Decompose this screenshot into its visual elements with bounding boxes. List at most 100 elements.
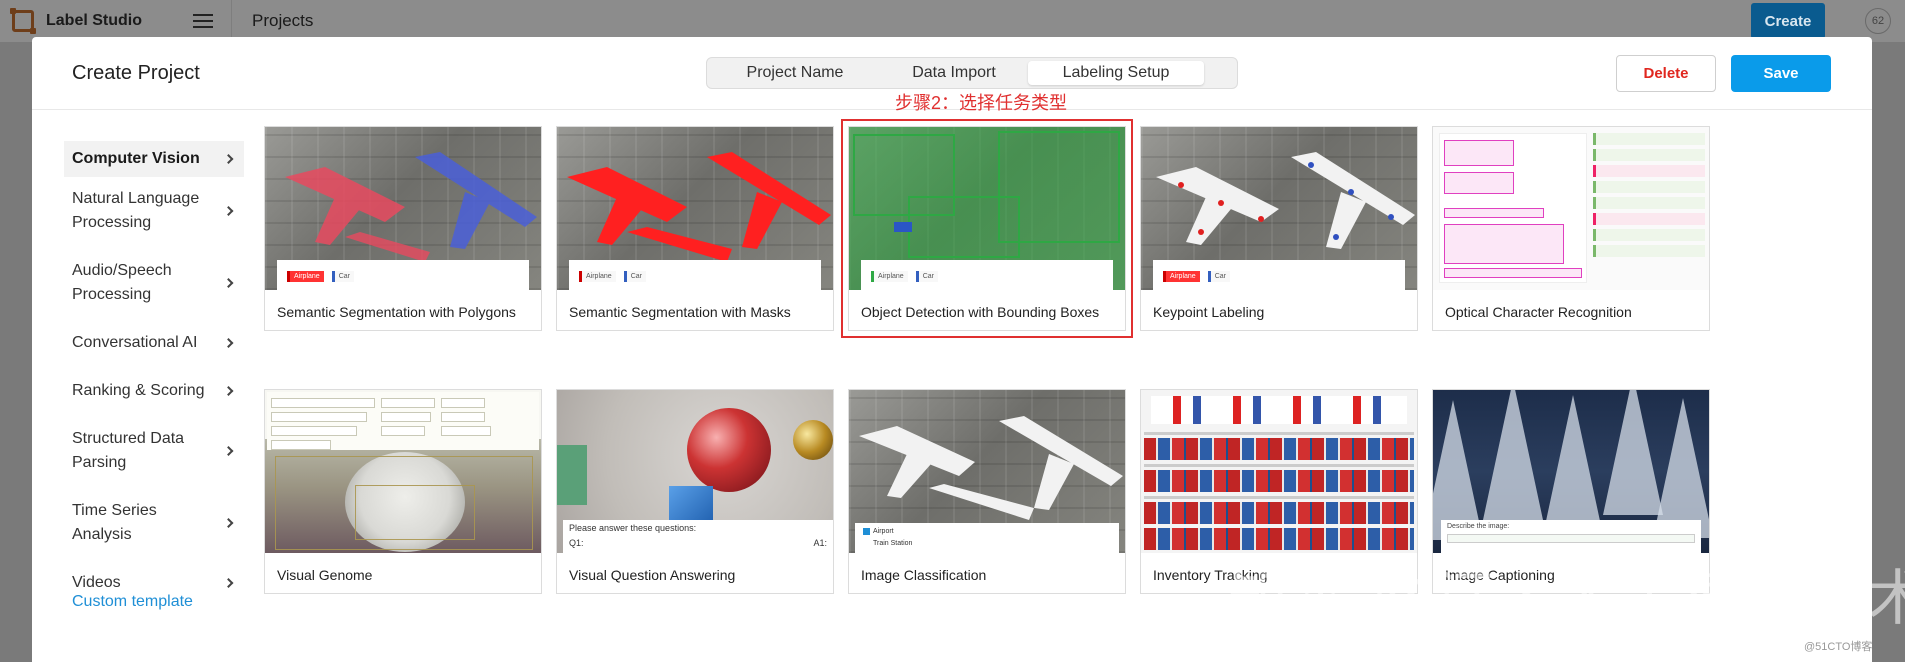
corner-watermark: @51CTO博客 — [1804, 641, 1873, 653]
chevron-right-icon — [223, 578, 234, 588]
template-thumbnail: Airplane Car — [557, 127, 833, 290]
template-thumbnail: Describe the image: — [1433, 390, 1709, 553]
chevron-right-icon — [223, 446, 234, 456]
choices-panel: Airport Train Station — [855, 523, 1119, 553]
template-card-ocr[interactable]: Optical Character Recognition — [1432, 126, 1710, 331]
vqa-prompt: Please answer these questions: — [569, 523, 697, 533]
label-legend: Airplane Car — [1153, 260, 1405, 290]
sidebar-item-conversational-ai[interactable]: Conversational AI — [64, 325, 244, 361]
modal-title: Create Project — [72, 62, 200, 84]
top-bar: Label Studio Projects Create 62 — [0, 0, 1905, 42]
template-title: Visual Question Answering — [569, 567, 736, 583]
category-sidebar: Computer Vision Natural Language Process… — [64, 141, 244, 613]
app-name: Label Studio — [46, 12, 142, 29]
template-thumbnail — [265, 390, 541, 553]
vqa-question-panel: Please answer these questions: Q1: A1: — [563, 520, 833, 553]
label-studio-logo-icon — [10, 8, 36, 34]
vqa-q1: Q1: — [569, 538, 584, 548]
app-logo[interactable]: Label Studio — [0, 0, 232, 42]
caption-prompt: Describe the image: — [1447, 523, 1510, 530]
template-title: Semantic Segmentation with Polygons — [277, 304, 516, 320]
tab-project-name[interactable]: Project Name — [710, 61, 880, 85]
template-title: Keypoint Labeling — [1153, 304, 1265, 320]
sidebar-item-label: Videos — [72, 574, 121, 591]
sidebar-item-label: Ranking & Scoring — [72, 382, 205, 399]
template-thumbnail: Airplane Car — [1141, 127, 1417, 290]
chevron-right-icon — [223, 154, 234, 164]
checkbox-checked-icon — [863, 527, 870, 535]
legend-car: Car — [331, 270, 354, 282]
scene-object — [793, 420, 833, 460]
template-title: Object Detection with Bounding Boxes — [861, 304, 1100, 320]
ocr-regions-panel — [1593, 133, 1705, 283]
sidebar-item-computer-vision[interactable]: Computer Vision — [64, 141, 244, 177]
watermark: 知乎 @汀丶人工智能技术 — [1228, 565, 1905, 632]
template-thumbnail: Please answer these questions: Q1: A1: — [557, 390, 833, 553]
sidebar-item-audio-speech[interactable]: Audio/Speech Processing — [64, 253, 244, 313]
airplane-illustration — [853, 131, 1120, 258]
user-avatar[interactable]: 62 — [1865, 8, 1891, 34]
template-card-semantic-polygons[interactable]: Airplane Car Semantic Segmentation with … — [264, 126, 542, 331]
template-title: Optical Character Recognition — [1445, 304, 1632, 320]
breadcrumb-projects[interactable]: Projects — [232, 11, 313, 31]
template-thumbnail — [1141, 390, 1417, 553]
shelf-row — [1144, 438, 1414, 460]
sidebar-item-label: Structured Data Parsing — [72, 430, 185, 471]
sidebar-item-nlp[interactable]: Natural Language Processing — [64, 181, 244, 241]
shelf-row — [1144, 502, 1414, 524]
template-card-vqa[interactable]: Please answer these questions: Q1: A1: V… — [556, 389, 834, 594]
template-card-keypoint[interactable]: Airplane Car Keypoint Labeling — [1140, 126, 1418, 331]
chevron-right-icon — [223, 338, 234, 348]
template-card-object-detection[interactable]: Airplane Car Object Detection with Bound… — [841, 119, 1133, 338]
choice-airport: Airport — [873, 528, 894, 535]
label-legend: Airplane Car — [277, 260, 529, 290]
airplane-illustration — [859, 416, 1123, 520]
airplane-illustration — [567, 152, 831, 262]
template-title: Semantic Segmentation with Masks — [569, 304, 791, 320]
tab-data-import[interactable]: Data Import — [880, 61, 1028, 85]
scene-object — [557, 445, 587, 505]
template-thumbnail: Airport Train Station — [849, 390, 1125, 553]
delete-button[interactable]: Delete — [1616, 55, 1716, 92]
sidebar-item-structured-data[interactable]: Structured Data Parsing — [64, 421, 244, 481]
sidebar-item-label: Time Series Analysis — [72, 502, 157, 543]
sidebar-item-time-series[interactable]: Time Series Analysis — [64, 493, 244, 553]
airplane-illustration — [285, 152, 537, 262]
custom-template-link[interactable]: Custom template — [72, 593, 193, 611]
template-card-semantic-masks[interactable]: Airplane Car Semantic Segmentation with … — [556, 126, 834, 331]
legend-car: Car — [1207, 270, 1230, 282]
chevron-right-icon — [223, 206, 234, 216]
label-legend: Airplane Car — [569, 260, 821, 290]
sidebar-item-label: Conversational AI — [72, 334, 198, 351]
label-legend: Airplane Car — [861, 260, 1113, 290]
legend-airplane: Airplane — [579, 270, 616, 282]
legend-car: Car — [623, 270, 646, 282]
template-thumbnail: Airplane Car — [849, 127, 1125, 290]
receipt-illustration — [1439, 133, 1587, 283]
product-row — [1151, 396, 1407, 424]
legend-airplane: Airplane — [1163, 270, 1200, 282]
sidebar-item-ranking-scoring[interactable]: Ranking & Scoring — [64, 373, 244, 409]
scene-object — [687, 408, 771, 492]
template-card-image-classification[interactable]: Airport Train Station Image Classificati… — [848, 389, 1126, 594]
chevron-right-icon — [223, 278, 234, 288]
airplane-illustration — [1156, 152, 1415, 249]
vqa-a1: A1: — [813, 538, 827, 548]
choice-train-station: Train Station — [873, 540, 913, 547]
sidebar-item-label: Computer Vision — [72, 150, 200, 167]
template-title: Image Classification — [861, 567, 987, 583]
legend-car: Car — [915, 270, 938, 282]
shelf-row — [1144, 470, 1414, 492]
sidebar-item-label: Natural Language Processing — [72, 190, 200, 231]
template-card-visual-genome[interactable]: Visual Genome — [264, 389, 542, 594]
top-create-button[interactable]: Create — [1751, 3, 1825, 39]
hamburger-menu-icon[interactable] — [193, 14, 213, 28]
caption-panel: Describe the image: — [1441, 520, 1701, 553]
legend-airplane: Airplane — [287, 270, 324, 282]
save-button[interactable]: Save — [1731, 55, 1831, 92]
shelf-row — [1144, 528, 1414, 550]
tab-labeling-setup[interactable]: Labeling Setup — [1028, 61, 1204, 85]
chevron-right-icon — [223, 386, 234, 396]
template-thumbnail: Airplane Car — [265, 127, 541, 290]
wizard-tabs: Project Name Data Import Labeling Setup — [706, 57, 1238, 89]
